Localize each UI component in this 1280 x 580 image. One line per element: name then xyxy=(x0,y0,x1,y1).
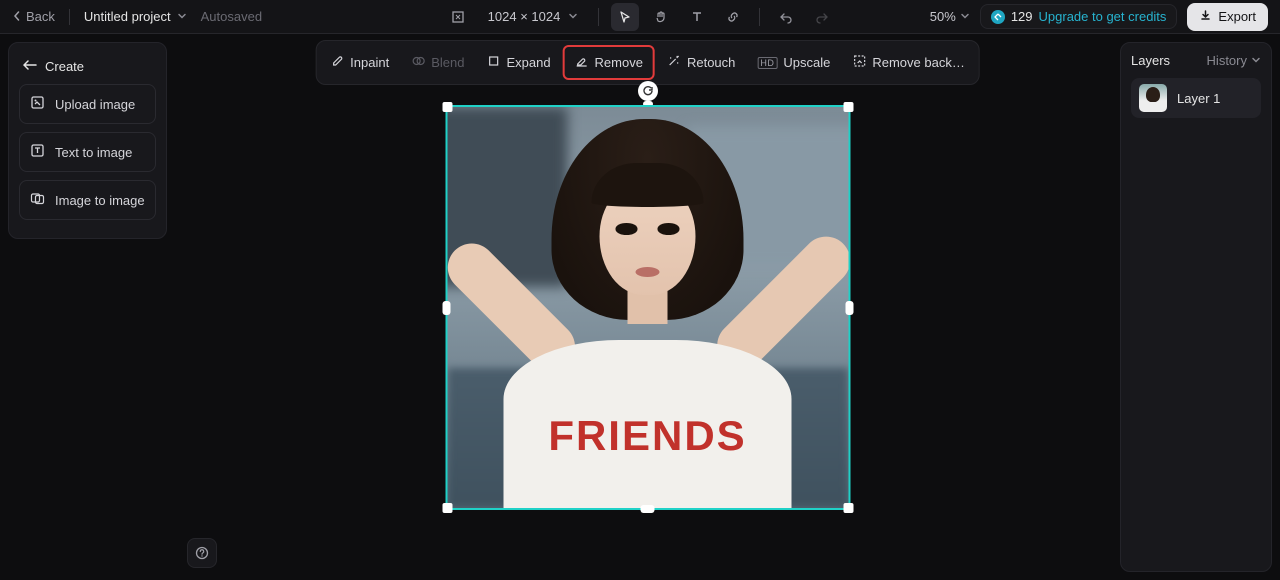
create-panel: Create Upload image Text to image Image … xyxy=(8,42,167,239)
resize-handle-bl[interactable] xyxy=(442,503,452,513)
sidebar-right: Layers History Layer 1 xyxy=(1120,34,1280,580)
resize-handle-ml[interactable] xyxy=(442,301,450,315)
upscale-label: Upscale xyxy=(783,55,830,70)
credits-icon xyxy=(991,10,1005,24)
chevron-down-icon xyxy=(1251,53,1261,68)
export-label: Export xyxy=(1218,9,1256,24)
project-name-dropdown[interactable]: Untitled project xyxy=(84,9,187,24)
expand-button[interactable]: Expand xyxy=(476,47,560,78)
blend-button: Blend xyxy=(401,47,474,78)
canvas-size-icon[interactable] xyxy=(444,3,472,31)
autosave-status: Autosaved xyxy=(201,9,262,24)
export-button[interactable]: Export xyxy=(1187,3,1268,31)
header-right: 50% 129 Upgrade to get credits Export xyxy=(836,3,1268,31)
help-button[interactable] xyxy=(187,538,217,568)
layer-name: Layer 1 xyxy=(1177,91,1220,106)
blend-icon xyxy=(411,54,425,71)
inpaint-button[interactable]: Inpaint xyxy=(320,47,399,78)
dimensions-dropdown[interactable]: 1024 × 1024 xyxy=(480,5,587,28)
header-left: Back Untitled project Autosaved xyxy=(12,9,444,25)
divider xyxy=(759,8,760,26)
dimensions-text: 1024 × 1024 xyxy=(488,9,561,24)
resize-handle-mr[interactable] xyxy=(845,301,853,315)
hand-tool[interactable] xyxy=(647,3,675,31)
back-label: Back xyxy=(26,9,55,24)
resize-handle-tr[interactable] xyxy=(843,102,853,112)
layer-thumbnail xyxy=(1139,84,1167,112)
back-arrow-icon xyxy=(23,59,37,74)
link-tool[interactable] xyxy=(719,3,747,31)
image-to-image-label: Image to image xyxy=(55,193,145,208)
header-center: 1024 × 1024 xyxy=(444,3,837,31)
divider xyxy=(69,9,70,25)
retouch-label: Retouch xyxy=(687,55,735,70)
divider xyxy=(598,8,599,26)
remove-bg-label: Remove back… xyxy=(872,55,964,70)
sidebar-left: Create Upload image Text to image Image … xyxy=(0,34,175,580)
text-tool[interactable] xyxy=(683,3,711,31)
retouch-icon xyxy=(667,54,681,71)
pointer-tool[interactable] xyxy=(611,3,639,31)
create-heading: Create xyxy=(19,53,156,84)
layer-row[interactable]: Layer 1 xyxy=(1131,78,1261,118)
create-title: Create xyxy=(45,59,84,74)
expand-label: Expand xyxy=(506,55,550,70)
eraser-icon xyxy=(575,54,589,71)
canvas-image[interactable]: FRIENDS xyxy=(447,107,848,508)
resize-handle-br[interactable] xyxy=(843,503,853,513)
canvas-area[interactable]: Inpaint Blend Expand Remove Retouch HD U… xyxy=(175,34,1120,580)
shirt-print-text: FRIENDS xyxy=(548,412,746,460)
expand-icon xyxy=(486,54,500,71)
layers-title: Layers xyxy=(1131,53,1170,68)
action-toolbar: Inpaint Blend Expand Remove Retouch HD U… xyxy=(315,40,980,85)
figure-eye xyxy=(658,223,680,234)
chevron-left-icon xyxy=(12,9,22,24)
history-label: History xyxy=(1207,53,1247,68)
back-button[interactable]: Back xyxy=(12,9,55,24)
figure-eye xyxy=(615,223,637,234)
project-name-text: Untitled project xyxy=(84,9,171,24)
history-dropdown[interactable]: History xyxy=(1207,53,1261,68)
upscale-button[interactable]: HD Upscale xyxy=(747,48,840,77)
retouch-button[interactable]: Retouch xyxy=(657,47,745,78)
upgrade-link[interactable]: Upgrade to get credits xyxy=(1039,9,1167,24)
image-to-image-button[interactable]: Image to image xyxy=(19,180,156,220)
chevron-down-icon xyxy=(568,9,578,24)
chevron-down-icon xyxy=(960,9,970,24)
undo-button[interactable] xyxy=(772,3,800,31)
chevron-down-icon xyxy=(177,9,187,24)
text-to-image-label: Text to image xyxy=(55,145,132,160)
remove-button[interactable]: Remove xyxy=(563,45,655,80)
credits-pill[interactable]: 129 Upgrade to get credits xyxy=(980,4,1178,29)
hd-icon: HD xyxy=(757,57,777,69)
upload-image-button[interactable]: Upload image xyxy=(19,84,156,124)
layers-header: Layers History xyxy=(1131,53,1261,68)
inpaint-icon xyxy=(330,54,344,71)
zoom-dropdown[interactable]: 50% xyxy=(930,9,970,24)
layers-panel: Layers History Layer 1 xyxy=(1120,42,1272,572)
zoom-text: 50% xyxy=(930,9,956,24)
upload-image-icon xyxy=(30,95,45,113)
top-header: Back Untitled project Autosaved 1024 × 1… xyxy=(0,0,1280,34)
text-to-image-icon xyxy=(30,143,45,161)
main-area: Create Upload image Text to image Image … xyxy=(0,34,1280,580)
remove-bg-icon xyxy=(852,54,866,71)
blend-label: Blend xyxy=(431,55,464,70)
upload-image-label: Upload image xyxy=(55,97,135,112)
resize-handle-tl[interactable] xyxy=(442,102,452,112)
image-to-image-icon xyxy=(30,191,45,209)
text-to-image-button[interactable]: Text to image xyxy=(19,132,156,172)
resize-handle-mb[interactable] xyxy=(641,505,655,513)
remove-bg-button[interactable]: Remove back… xyxy=(842,47,974,78)
inpaint-label: Inpaint xyxy=(350,55,389,70)
canvas-selection-frame[interactable]: FRIENDS xyxy=(445,105,850,510)
remove-label: Remove xyxy=(595,55,643,70)
download-icon xyxy=(1199,9,1212,25)
credits-count: 129 xyxy=(1011,9,1033,24)
redo-button[interactable] xyxy=(808,3,836,31)
rotate-handle[interactable] xyxy=(638,81,658,101)
